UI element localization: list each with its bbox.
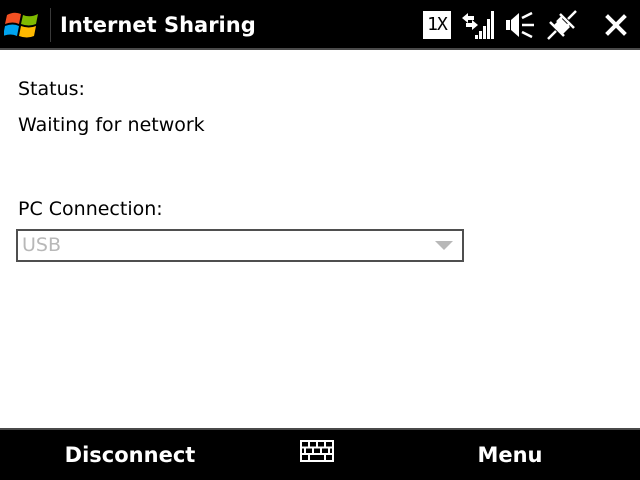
keyboard-icon[interactable] bbox=[300, 440, 334, 462]
screen: Internet Sharing 1X Status: Waiting for … bbox=[0, 0, 640, 480]
menu-button[interactable]: Menu bbox=[440, 430, 580, 480]
signal-strength-icon[interactable] bbox=[462, 9, 498, 41]
1x-data-icon[interactable]: 1X bbox=[423, 11, 451, 39]
soft-key-bar: Disconnect Menu bbox=[0, 428, 640, 480]
connection-icon[interactable] bbox=[545, 9, 579, 41]
pc-connection-dropdown[interactable]: USB bbox=[16, 229, 464, 262]
volume-muted-icon[interactable] bbox=[504, 9, 536, 41]
title-bar: Internet Sharing 1X bbox=[0, 0, 640, 50]
chevron-down-icon bbox=[435, 241, 453, 250]
disconnect-button[interactable]: Disconnect bbox=[40, 430, 220, 480]
window-title: Internet Sharing bbox=[60, 13, 256, 37]
start-button[interactable] bbox=[0, 0, 50, 50]
status-label: Status: bbox=[18, 78, 85, 100]
pc-connection-label: PC Connection: bbox=[18, 198, 163, 220]
pc-connection-value: USB bbox=[22, 234, 62, 256]
close-icon[interactable] bbox=[598, 9, 632, 41]
status-value: Waiting for network bbox=[18, 114, 205, 136]
title-separator bbox=[50, 8, 51, 42]
windows-start-icon bbox=[4, 12, 38, 38]
